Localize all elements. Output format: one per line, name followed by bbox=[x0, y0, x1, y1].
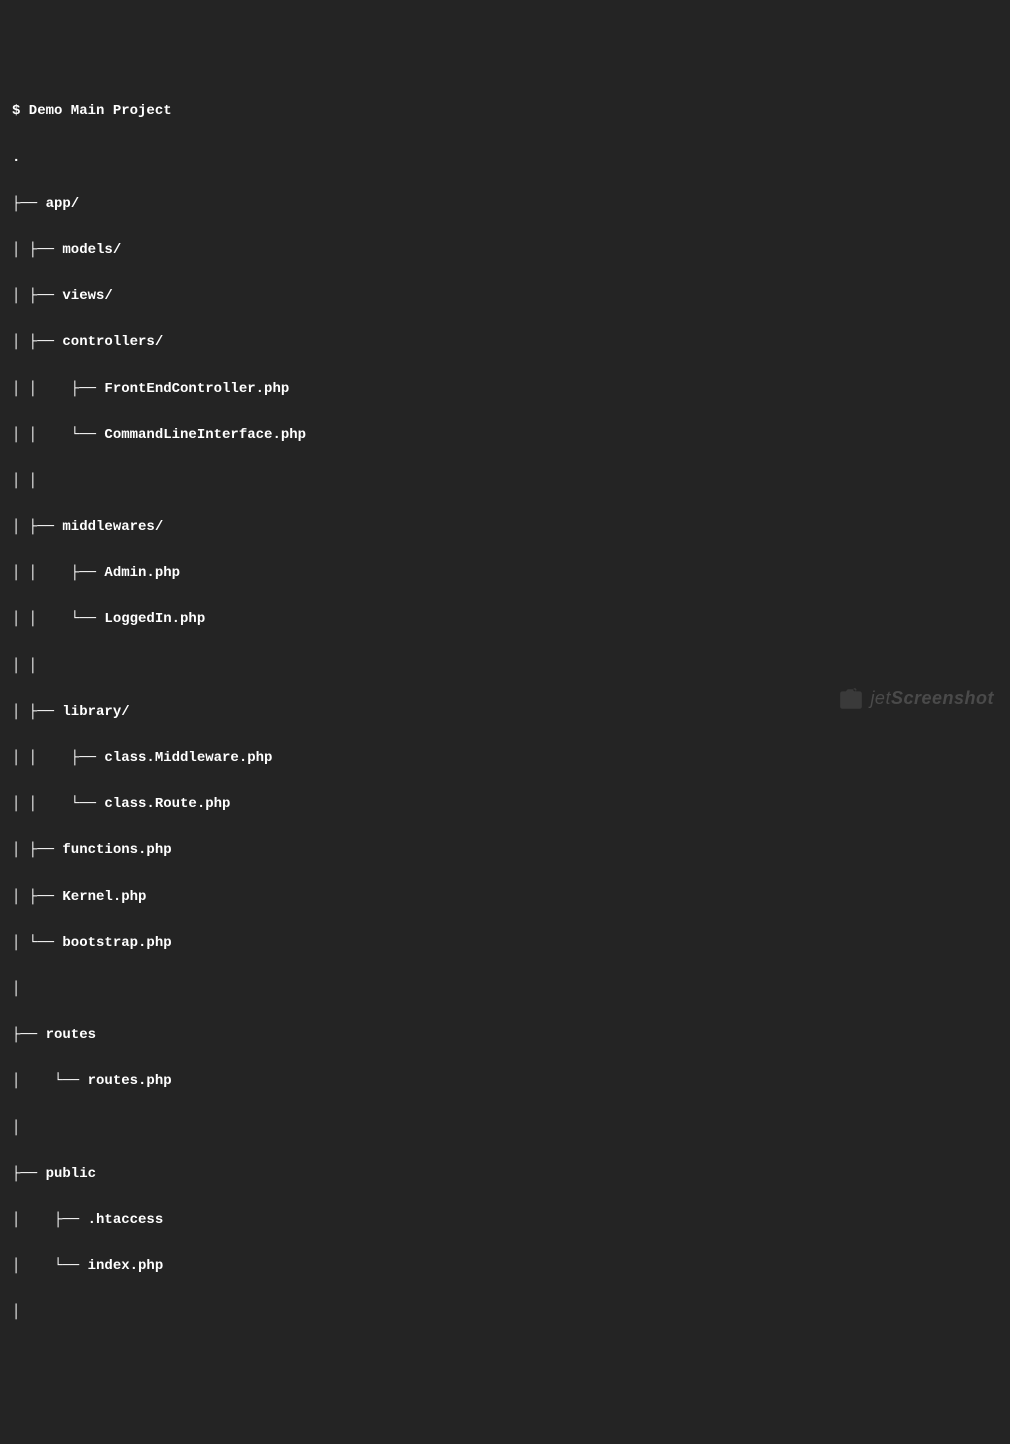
tree-line: │ └── bootstrap.php bbox=[12, 932, 998, 955]
tree-line: ├── app/ bbox=[12, 193, 998, 216]
tree-line: │ │ └── class.Route.php bbox=[12, 793, 998, 816]
tree-line: │ bbox=[12, 1117, 998, 1140]
watermark-text: jetScreenshot bbox=[870, 684, 994, 714]
tree-line: . bbox=[12, 147, 998, 170]
tree-line: ├── public bbox=[12, 1163, 998, 1186]
tree-line: │ │ bbox=[12, 470, 998, 493]
prompt-line: $ Demo Main Project bbox=[12, 100, 998, 123]
tree-line: │ ├── views/ bbox=[12, 285, 998, 308]
tree-line: │ └── routes.php bbox=[12, 1070, 998, 1093]
tree-line: │ │ bbox=[12, 655, 998, 678]
tree-line: │ bbox=[12, 978, 998, 1001]
tree-line: │ ├── middlewares/ bbox=[12, 516, 998, 539]
tree-line: │ │ ├── class.Middleware.php bbox=[12, 747, 998, 770]
tree-line: │ │ ├── Admin.php bbox=[12, 562, 998, 585]
tree-line: ├── routes bbox=[12, 1024, 998, 1047]
tree-line: │ ├── functions.php bbox=[12, 839, 998, 862]
tree-line: │ ├── controllers/ bbox=[12, 331, 998, 354]
tree-line: │ │ └── LoggedIn.php bbox=[12, 608, 998, 631]
tree-line: │ ├── .htaccess bbox=[12, 1209, 998, 1232]
tree-line: │ │ └── CommandLineInterface.php bbox=[12, 424, 998, 447]
tree-line: │ bbox=[12, 1301, 998, 1324]
tree-line: │ └── index.php bbox=[12, 1255, 998, 1278]
tree-line: │ │ ├── FrontEndController.php bbox=[12, 378, 998, 401]
watermark: jetScreenshot bbox=[838, 684, 994, 714]
tree-line: │ ├── models/ bbox=[12, 239, 998, 262]
camera-icon bbox=[838, 686, 864, 712]
tree-line: │ ├── Kernel.php bbox=[12, 886, 998, 909]
